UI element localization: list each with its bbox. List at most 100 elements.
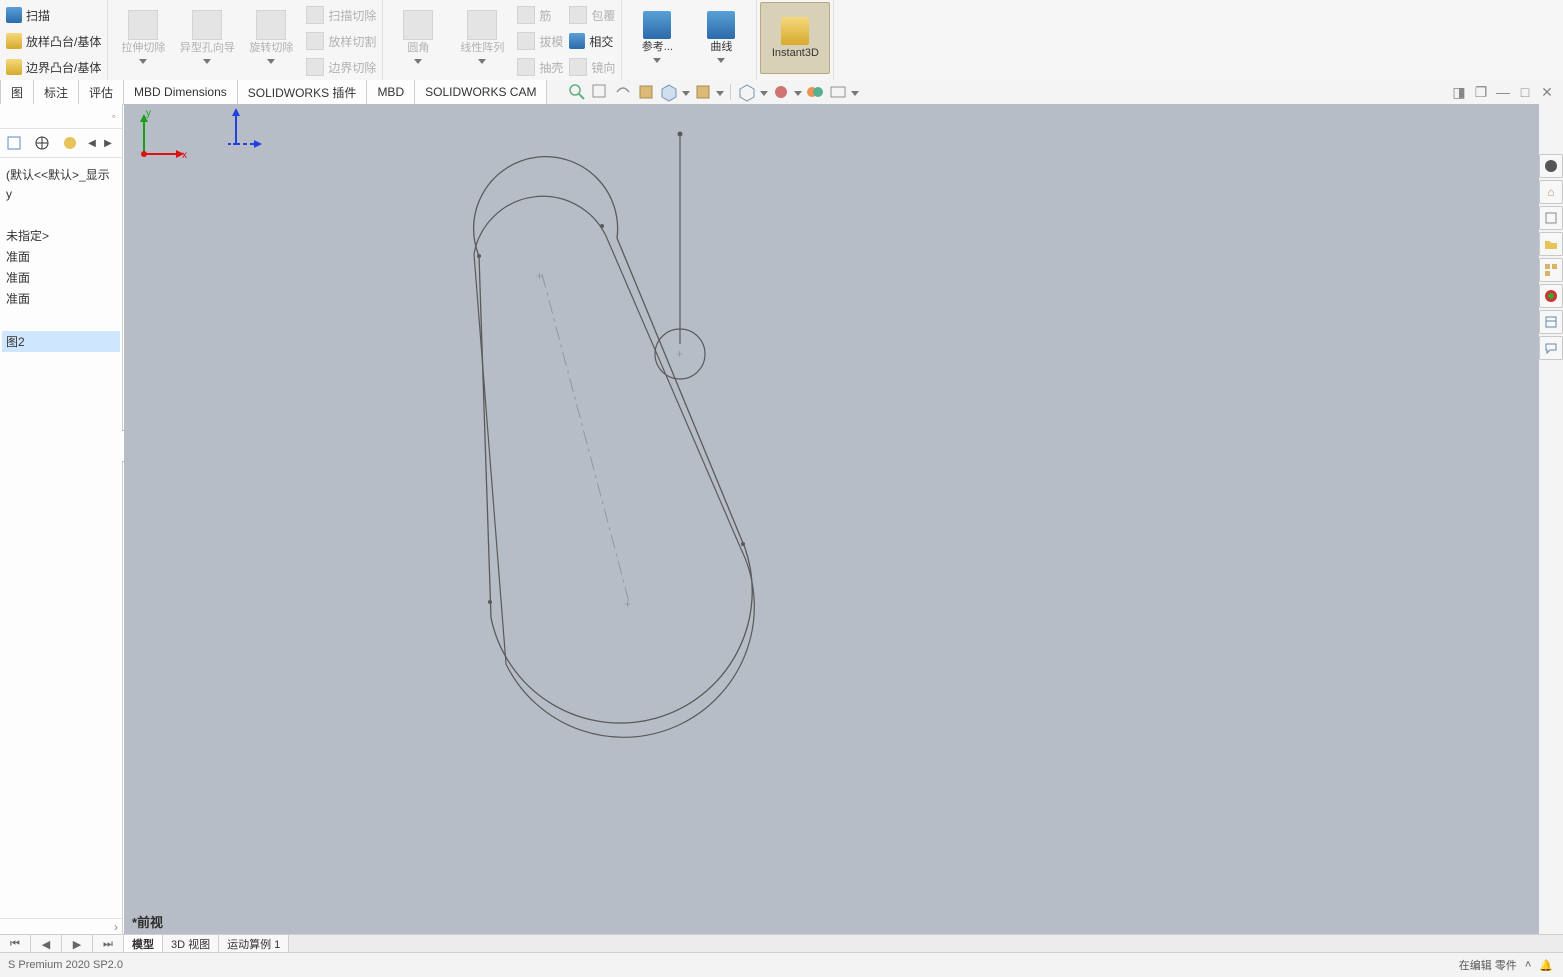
curves-button[interactable]: 曲线 [689,2,753,72]
revolve-cut-button: 旋转切除 [239,2,303,72]
task-view-palette-tab[interactable] [1539,258,1563,282]
bottom-tab-bar: ⏮ ◀ ▶ ⏭ 模型 3D 视图 运动算例 1 [0,934,1563,953]
reference-geometry-button[interactable]: 参考... [625,2,689,72]
property-manager-tab[interactable] [30,131,54,155]
fillet-icon [403,10,433,40]
feature-tree[interactable]: (默认<<默认>_显示 y 未指定> 准面 准面 准面 图2 [0,158,122,918]
hole-wizard-icon [192,10,222,40]
loft-button[interactable]: 放样凸台/基体 [3,30,104,52]
status-notification-icon[interactable]: 🔔 [1539,959,1553,972]
dropdown-icon[interactable] [682,91,690,96]
minimize-window-icon[interactable]: — [1495,84,1511,100]
bottom-tab-3dview[interactable]: 3D 视图 [163,935,219,953]
task-file-explorer-tab[interactable] [1539,232,1563,256]
curves-label: 曲线 [710,41,732,54]
linear-pattern-icon [467,10,497,40]
tab-sketch-partial[interactable]: 图 [0,80,34,104]
sweep-label: 扫描 [26,7,50,24]
tree-material[interactable]: 未指定> [2,225,120,246]
task-home-tab[interactable]: ⌂ [1539,180,1563,204]
task-appearances-tab[interactable] [1539,284,1563,308]
tab-scroll-right[interactable]: ▶ [102,138,114,149]
draft-button: 拔模 [514,30,566,52]
graphics-viewport[interactable]: + + + y x [124,104,1539,935]
loft-label: 放样凸台/基体 [26,33,101,50]
status-chevron-icon[interactable]: ˄ [1525,959,1531,971]
fillet-label: 圆角 [407,42,429,55]
bottom-tab-motion[interactable]: 运动算例 1 [219,935,289,953]
bottom-tab-model[interactable]: 模型 [124,935,163,953]
dropdown-icon[interactable] [851,91,859,96]
reference-geometry-label: 参考... [642,41,673,54]
loft-icon [6,33,22,49]
close-window-icon[interactable]: ✕ [1539,84,1555,100]
heads-up-toolbar [567,80,859,104]
tab-evaluate[interactable]: 评估 [79,80,124,104]
mirror-label: 镜向 [591,59,615,76]
collapse-ribbon-icon[interactable]: ◨ [1451,84,1467,100]
extrude-cut-icon [128,10,158,40]
extrude-cut-button: 拉伸切除 [111,2,175,72]
task-design-library-tab[interactable] [1539,206,1563,230]
tab-scroll-left[interactable]: ◀ [86,138,98,149]
intersect-button[interactable]: 相交 [566,30,618,52]
boundary-cut-label: 边界切除 [328,59,376,76]
tab-solidworks-addins[interactable]: SOLIDWORKS 插件 [238,80,368,104]
tab-mbd-dimensions[interactable]: MBD Dimensions [124,80,238,104]
tree-plane-right[interactable]: 准面 [2,288,120,309]
sweep-button[interactable]: 扫描 [3,4,104,26]
sketch-geometry: + + + [124,104,1539,804]
zoom-area-icon[interactable] [590,82,610,102]
view-settings-icon[interactable] [828,82,848,102]
orientation-triad[interactable]: y x [124,104,194,174]
task-pane-tabs: ⌂ [1539,150,1563,360]
forum-icon [1544,341,1558,355]
feature-manager-tab[interactable] [2,131,26,155]
mirror-button: 镜向 [566,56,618,78]
dropdown-icon[interactable] [760,91,768,96]
zoom-fit-icon[interactable] [567,82,587,102]
mirror-icon [569,58,587,76]
tree-plane-front[interactable]: 准面 [2,246,120,267]
intersect-icon [569,33,585,49]
tab-solidworks-cam[interactable]: SOLIDWORKS CAM [415,80,547,104]
configuration-manager-tab[interactable] [58,131,82,155]
apply-scene-icon[interactable] [805,82,825,102]
boundary-button[interactable]: 边界凸台/基体 [3,56,104,78]
section-view-icon[interactable] [636,82,656,102]
view-orientation-icon[interactable] [659,82,679,102]
tab-nav-first[interactable]: ⏮ [0,935,31,953]
panel-scroll-right[interactable]: › [0,918,122,935]
task-resources-tab[interactable] [1539,154,1563,178]
dropdown-icon[interactable] [716,91,724,96]
edit-appearance-icon[interactable] [771,82,791,102]
tree-root[interactable]: (默认<<默认>_显示 [2,164,120,185]
tree-sketch-active[interactable]: 图2 [2,331,120,352]
task-custom-properties-tab[interactable] [1539,310,1563,334]
tab-nav-last[interactable]: ⏭ [93,935,124,953]
tree-history[interactable]: y [2,185,120,203]
dropdown-icon[interactable] [794,91,802,96]
reference-geometry-icon [643,11,671,39]
wrap-label: 包覆 [591,7,615,24]
restore-window-icon[interactable]: ❐ [1473,84,1489,100]
svg-text:y: y [146,108,151,119]
tab-nav-next[interactable]: ▶ [62,935,93,953]
tab-nav-prev[interactable]: ◀ [31,935,62,953]
tab-annotate[interactable]: 标注 [34,80,79,104]
draft-icon [517,32,535,50]
tab-mbd[interactable]: MBD [367,80,415,104]
extrude-cut-label: 拉伸切除 [121,42,165,55]
tree-plane-top[interactable]: 准面 [2,267,120,288]
dropdown-icon [414,59,422,64]
previous-view-icon[interactable] [613,82,633,102]
ribbon-group-instant3d: Instant3D [757,0,834,82]
instant3d-button[interactable]: Instant3D [760,2,830,74]
hide-show-icon[interactable] [737,82,757,102]
task-forum-tab[interactable] [1539,336,1563,360]
display-style-icon[interactable] [693,82,713,102]
panel-pin-icon[interactable]: ◦ [112,109,116,123]
maximize-window-icon[interactable]: □ [1517,84,1533,100]
globe-icon [1544,159,1558,173]
dropdown-icon [267,59,275,64]
